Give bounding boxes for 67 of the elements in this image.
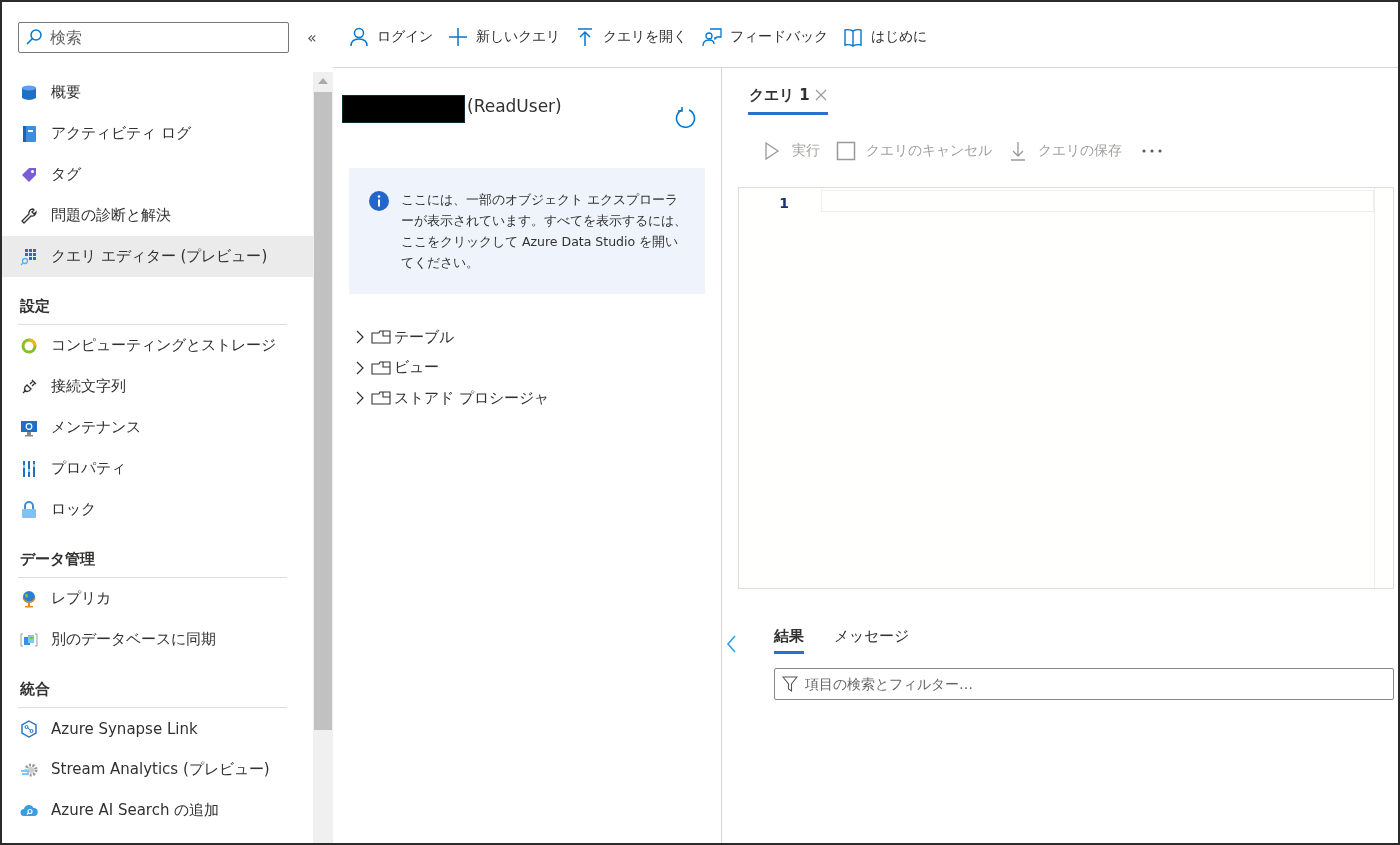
grid-icon [20, 247, 38, 266]
search-field[interactable]: 検索 [18, 21, 289, 53]
section-heading: 統合 [18, 670, 287, 708]
person-icon [349, 26, 369, 47]
sidebar-item[interactable]: 概要 [2, 72, 313, 113]
sidebar-item[interactable]: ロック [2, 489, 313, 530]
folder-icon [371, 330, 391, 345]
sidebar-item[interactable]: メンテナンス [2, 407, 313, 448]
sync-icon [20, 630, 38, 649]
sidebar-item[interactable]: 接続文字列 [2, 366, 313, 407]
gauge-icon [20, 336, 38, 355]
sidebar-item[interactable]: レプリカ [2, 578, 313, 619]
sidebar-item[interactable]: Azure AI Search の追加 [2, 790, 313, 831]
info-icon [369, 191, 389, 211]
toolbar-button[interactable]: クエリを開く [569, 22, 693, 51]
line-number: 1 [778, 194, 790, 213]
folder-icon [371, 360, 391, 375]
hexagon-icon [20, 719, 38, 738]
refresh-icon [674, 106, 698, 130]
query-tab[interactable]: クエリ 1 [748, 78, 828, 115]
info-text: ここには、一部のオブジェクト エクスプローラーが表示されています。すべてを表示するには、ここをクリックして Azure Data Studio を開いてください。 [401, 191, 688, 272]
more-icon [1142, 149, 1162, 153]
toolbar-button[interactable]: フィードバック [696, 22, 834, 51]
filter-field[interactable]: 項目の検索とフィルター… [774, 668, 1394, 700]
scrollbar[interactable] [313, 72, 333, 843]
toolbar-button[interactable]: はじめに [837, 22, 933, 51]
toolbar-button[interactable]: 新しいクエリ [442, 22, 566, 51]
tag-icon [20, 165, 38, 184]
database-icon [20, 83, 38, 102]
sidebar-item[interactable]: タグ [2, 154, 313, 195]
sidebar-item[interactable]: アクティビティ ログ [2, 113, 313, 154]
connection-user: (ReadUser) [467, 96, 562, 116]
sidebar-item[interactable]: Stream Analytics (プレビュー) [2, 749, 313, 790]
section-heading: 設定 [18, 287, 287, 325]
toolbar-button[interactable]: ログイン [343, 22, 439, 51]
section-heading: データ管理 [18, 540, 287, 578]
sidebar-item[interactable]: Azure Synapse Link [2, 708, 313, 749]
feedback-icon [702, 26, 722, 47]
upload-icon [575, 26, 595, 47]
collapse-button[interactable]: « [303, 27, 321, 47]
results-tab[interactable]: 結果 [774, 621, 804, 654]
tree-item[interactable]: テーブル [355, 322, 705, 353]
tree-item[interactable]: ストアド プロシージャ [355, 383, 705, 414]
tree-item[interactable]: ビュー [355, 352, 705, 383]
book-icon [843, 26, 863, 47]
monitor-icon [20, 418, 38, 437]
wrench-icon [20, 206, 38, 225]
lock-icon [20, 500, 38, 519]
sidebar-item[interactable]: 別のデータベースに同期 [2, 619, 313, 660]
bars-icon [20, 459, 38, 478]
plug-icon [20, 377, 38, 396]
plus-icon [448, 26, 468, 47]
results-tab[interactable]: メッセージ [834, 621, 909, 654]
search-icon [25, 27, 43, 46]
sidebar-item[interactable]: クエリ エディター (プレビュー) [2, 236, 313, 277]
close-icon [814, 89, 827, 101]
download-icon [1008, 141, 1028, 161]
book-icon [20, 124, 38, 143]
filter-icon [782, 676, 798, 692]
sidebar-item[interactable]: 問題の診断と解決 [2, 195, 313, 236]
code-editor[interactable]: 1 [738, 187, 1394, 589]
sidebar-item[interactable]: コンピューティングとストレージ [2, 325, 313, 366]
chevron-left-icon [726, 635, 736, 653]
sidebar-item[interactable]: プロパティ [2, 448, 313, 489]
folder-icon [371, 391, 391, 406]
globe-icon [20, 589, 38, 608]
square-icon [836, 141, 856, 161]
